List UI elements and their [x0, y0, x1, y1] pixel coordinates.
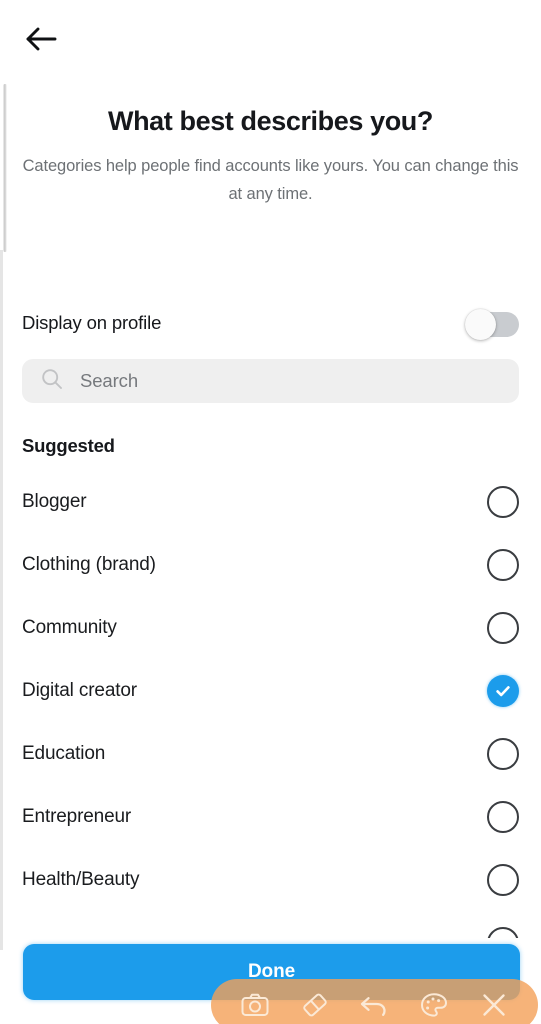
category-radio-unselected[interactable] — [487, 863, 519, 896]
close-icon — [481, 992, 507, 1018]
list-item[interactable]: Health/Beauty — [0, 848, 541, 911]
category-label: Entrepreneur — [22, 805, 132, 827]
search-input[interactable] — [80, 370, 460, 392]
camera-icon — [241, 993, 269, 1017]
palette-button[interactable] — [411, 986, 457, 1024]
category-radio-unselected[interactable] — [487, 485, 519, 518]
close-button[interactable] — [471, 986, 517, 1024]
search-field[interactable] — [22, 359, 519, 403]
eraser-button[interactable] — [292, 986, 338, 1024]
display-on-profile-row[interactable]: Display on profile — [0, 302, 541, 344]
undo-button[interactable] — [351, 986, 397, 1024]
arrow-left-icon — [25, 26, 57, 52]
palette-icon — [420, 992, 448, 1018]
category-radio-unselected[interactable] — [487, 737, 519, 770]
toggle-knob — [465, 309, 496, 340]
suggested-section-title: Suggested — [22, 435, 115, 456]
display-on-profile-label: Display on profile — [22, 312, 162, 333]
list-item[interactable]: Education — [0, 722, 541, 785]
category-label: Community — [22, 616, 117, 638]
list-item[interactable]: Community — [0, 596, 541, 659]
undo-icon — [359, 993, 389, 1017]
phone-screen: What best describes you? Categories help… — [0, 0, 541, 1024]
category-list[interactable]: Blogger Clothing (brand) Community Digit… — [0, 470, 541, 938]
category-label: Clothing (brand) — [22, 553, 156, 575]
list-item[interactable]: Entrepreneur — [0, 785, 541, 848]
camera-button[interactable] — [232, 986, 278, 1024]
category-radio-unselected[interactable] — [487, 800, 519, 833]
list-item[interactable]: Clothing (brand) — [0, 533, 541, 596]
category-radio-unselected[interactable] — [487, 611, 519, 644]
category-label: Education — [22, 742, 106, 764]
category-label: Health/Beauty — [22, 868, 140, 890]
category-label: Blogger — [22, 490, 87, 512]
list-item-selected[interactable]: Digital creator — [0, 659, 541, 722]
eraser-icon — [301, 992, 329, 1018]
category-radio-unselected[interactable] — [487, 548, 519, 581]
page-title: What best describes you? — [108, 106, 433, 136]
top-bar — [0, 0, 541, 78]
check-icon — [493, 681, 513, 701]
back-button[interactable] — [17, 16, 65, 62]
search-icon — [41, 368, 63, 395]
header: What best describes you? Categories help… — [0, 104, 541, 208]
display-on-profile-toggle[interactable] — [465, 309, 519, 340]
category-radio-selected[interactable] — [487, 674, 519, 707]
list-item-partial[interactable] — [0, 911, 541, 938]
category-label: Digital creator — [22, 679, 137, 701]
page-subtitle: Categories help people find accounts lik… — [22, 157, 519, 203]
list-item[interactable]: Blogger — [0, 470, 541, 533]
category-radio-unselected[interactable] — [487, 926, 519, 938]
annotation-toolbar — [211, 979, 538, 1024]
